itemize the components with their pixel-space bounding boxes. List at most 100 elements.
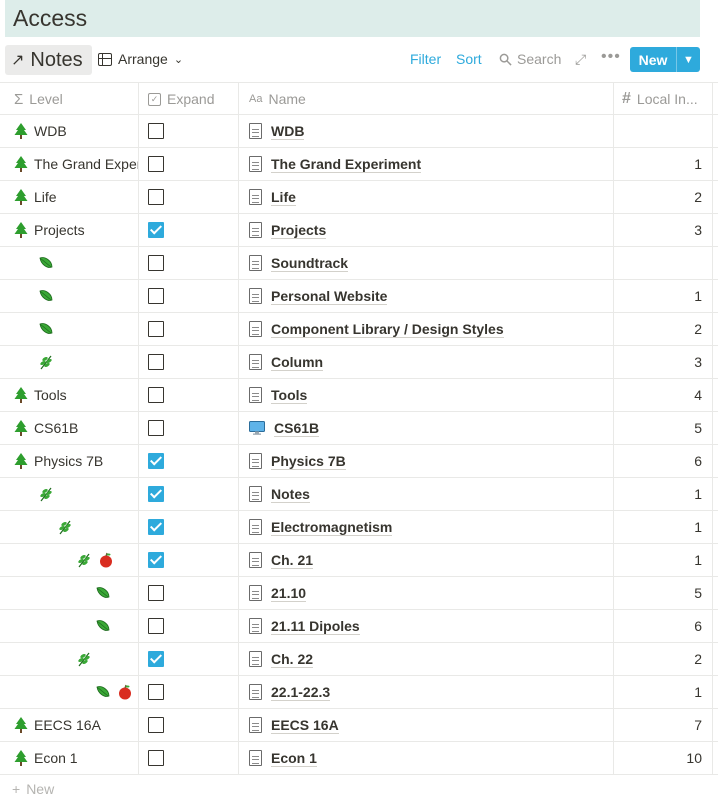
- level-cell[interactable]: [0, 610, 138, 642]
- table-row[interactable]: Electromagnetism 1: [0, 511, 718, 544]
- page-title-link[interactable]: WDB: [271, 123, 305, 140]
- table-row[interactable]: EECS 16A EECS 16A 7: [0, 709, 718, 742]
- expand-checkbox[interactable]: [148, 387, 164, 403]
- expand-checkbox[interactable]: [148, 585, 164, 601]
- level-cell[interactable]: The Grand Experi: [0, 148, 138, 180]
- table-row[interactable]: 21.11 Dipoles 6: [0, 610, 718, 643]
- page-title-link[interactable]: 21.10: [271, 585, 307, 602]
- table-row[interactable]: 22.1-22.3 1: [0, 676, 718, 709]
- page-title-link[interactable]: 22.1-22.3: [271, 684, 331, 701]
- sort-button[interactable]: Sort: [456, 51, 482, 67]
- table-row[interactable]: CS61B CS61B 5: [0, 412, 718, 445]
- level-cell[interactable]: EECS 16A: [0, 709, 138, 741]
- page-title-link[interactable]: Life: [271, 189, 296, 206]
- page-title-link[interactable]: EECS 16A: [271, 717, 339, 734]
- table-row[interactable]: Ch. 22 2: [0, 643, 718, 676]
- expand-cell[interactable]: [138, 709, 238, 741]
- name-cell[interactable]: EECS 16A: [238, 709, 613, 741]
- local-index-cell[interactable]: 3: [613, 346, 713, 378]
- page-title-link[interactable]: Notes: [271, 486, 310, 503]
- name-cell[interactable]: Projects: [238, 214, 613, 246]
- table-row[interactable]: The Grand Experi The Grand Experiment 1: [0, 148, 718, 181]
- local-index-cell[interactable]: 5: [613, 412, 713, 444]
- name-cell[interactable]: The Grand Experiment: [238, 148, 613, 180]
- name-cell[interactable]: Physics 7B: [238, 445, 613, 477]
- table-row[interactable]: Component Library / Design Styles 2: [0, 313, 718, 346]
- expand-checkbox[interactable]: [148, 453, 164, 469]
- local-index-cell[interactable]: 7: [613, 709, 713, 741]
- level-cell[interactable]: [0, 478, 138, 510]
- local-index-cell[interactable]: 2: [613, 313, 713, 345]
- level-cell[interactable]: Projects: [0, 214, 138, 246]
- local-index-cell[interactable]: 6: [613, 610, 713, 642]
- new-button[interactable]: New ▼: [630, 47, 700, 72]
- expand-cell[interactable]: [138, 478, 238, 510]
- expand-cell[interactable]: [138, 115, 238, 147]
- name-cell[interactable]: 21.10: [238, 577, 613, 609]
- table-row[interactable]: Personal Website 1: [0, 280, 718, 313]
- local-index-cell[interactable]: 6: [613, 445, 713, 477]
- table-row[interactable]: Tools Tools 4: [0, 379, 718, 412]
- expand-cell[interactable]: [138, 445, 238, 477]
- more-options-icon[interactable]: •••: [601, 48, 621, 66]
- expand-cell[interactable]: [138, 412, 238, 444]
- name-cell[interactable]: Personal Website: [238, 280, 613, 312]
- expand-cell[interactable]: [138, 346, 238, 378]
- column-header-name[interactable]: Aa Name: [238, 83, 613, 115]
- name-cell[interactable]: Ch. 22: [238, 643, 613, 675]
- level-cell[interactable]: [0, 577, 138, 609]
- expand-cell[interactable]: [138, 544, 238, 576]
- name-cell[interactable]: Electromagnetism: [238, 511, 613, 543]
- level-cell[interactable]: [0, 280, 138, 312]
- name-cell[interactable]: Notes: [238, 478, 613, 510]
- expand-checkbox[interactable]: [148, 750, 164, 766]
- page-title-link[interactable]: Physics 7B: [271, 453, 346, 470]
- add-new-row-button[interactable]: + New: [12, 781, 54, 794]
- expand-cell[interactable]: [138, 280, 238, 312]
- table-row[interactable]: Notes 1: [0, 478, 718, 511]
- expand-checkbox[interactable]: [148, 288, 164, 304]
- page-title-link[interactable]: Ch. 21: [271, 552, 314, 569]
- local-index-cell[interactable]: 4: [613, 379, 713, 411]
- view-tab-notes[interactable]: ↗ Notes: [5, 45, 92, 75]
- expand-cell[interactable]: [138, 676, 238, 708]
- table-row[interactable]: WDB WDB: [0, 115, 718, 148]
- expand-cell[interactable]: [138, 577, 238, 609]
- expand-cell[interactable]: [138, 742, 238, 774]
- expand-cell[interactable]: [138, 379, 238, 411]
- name-cell[interactable]: Tools: [238, 379, 613, 411]
- page-title-link[interactable]: 21.11 Dipoles: [271, 618, 360, 635]
- table-row[interactable]: Column 3: [0, 346, 718, 379]
- expand-checkbox[interactable]: [148, 651, 164, 667]
- local-index-cell[interactable]: 10: [613, 742, 713, 774]
- table-row[interactable]: Ch. 21 1: [0, 544, 718, 577]
- name-cell[interactable]: Econ 1: [238, 742, 613, 774]
- expand-checkbox[interactable]: [148, 717, 164, 733]
- name-cell[interactable]: 22.1-22.3: [238, 676, 613, 708]
- expand-diagonal-icon[interactable]: ⤢: [575, 51, 586, 68]
- name-cell[interactable]: Column: [238, 346, 613, 378]
- level-cell[interactable]: WDB: [0, 115, 138, 147]
- level-cell[interactable]: Tools: [0, 379, 138, 411]
- page-title-link[interactable]: Ch. 22: [271, 651, 314, 668]
- table-row[interactable]: Projects Projects 3: [0, 214, 718, 247]
- expand-checkbox[interactable]: [148, 222, 164, 238]
- column-header-expand[interactable]: ✓ Expand: [138, 83, 238, 115]
- expand-checkbox[interactable]: [148, 189, 164, 205]
- name-cell[interactable]: Ch. 21: [238, 544, 613, 576]
- local-index-cell[interactable]: 2: [613, 643, 713, 675]
- expand-cell[interactable]: [138, 610, 238, 642]
- filter-button[interactable]: Filter: [410, 51, 441, 67]
- local-index-cell[interactable]: 5: [613, 577, 713, 609]
- expand-cell[interactable]: [138, 511, 238, 543]
- local-index-cell[interactable]: 2: [613, 181, 713, 213]
- column-header-level[interactable]: Σ Level: [0, 83, 138, 115]
- expand-checkbox[interactable]: [148, 321, 164, 337]
- page-title-link[interactable]: Component Library / Design Styles: [271, 321, 504, 338]
- arrange-button[interactable]: Arrange ⌄: [98, 51, 183, 67]
- page-title-link[interactable]: Projects: [271, 222, 327, 239]
- local-index-cell[interactable]: [613, 247, 713, 279]
- table-row[interactable]: Life Life 2: [0, 181, 718, 214]
- expand-cell[interactable]: [138, 313, 238, 345]
- table-row[interactable]: Physics 7B Physics 7B 6: [0, 445, 718, 478]
